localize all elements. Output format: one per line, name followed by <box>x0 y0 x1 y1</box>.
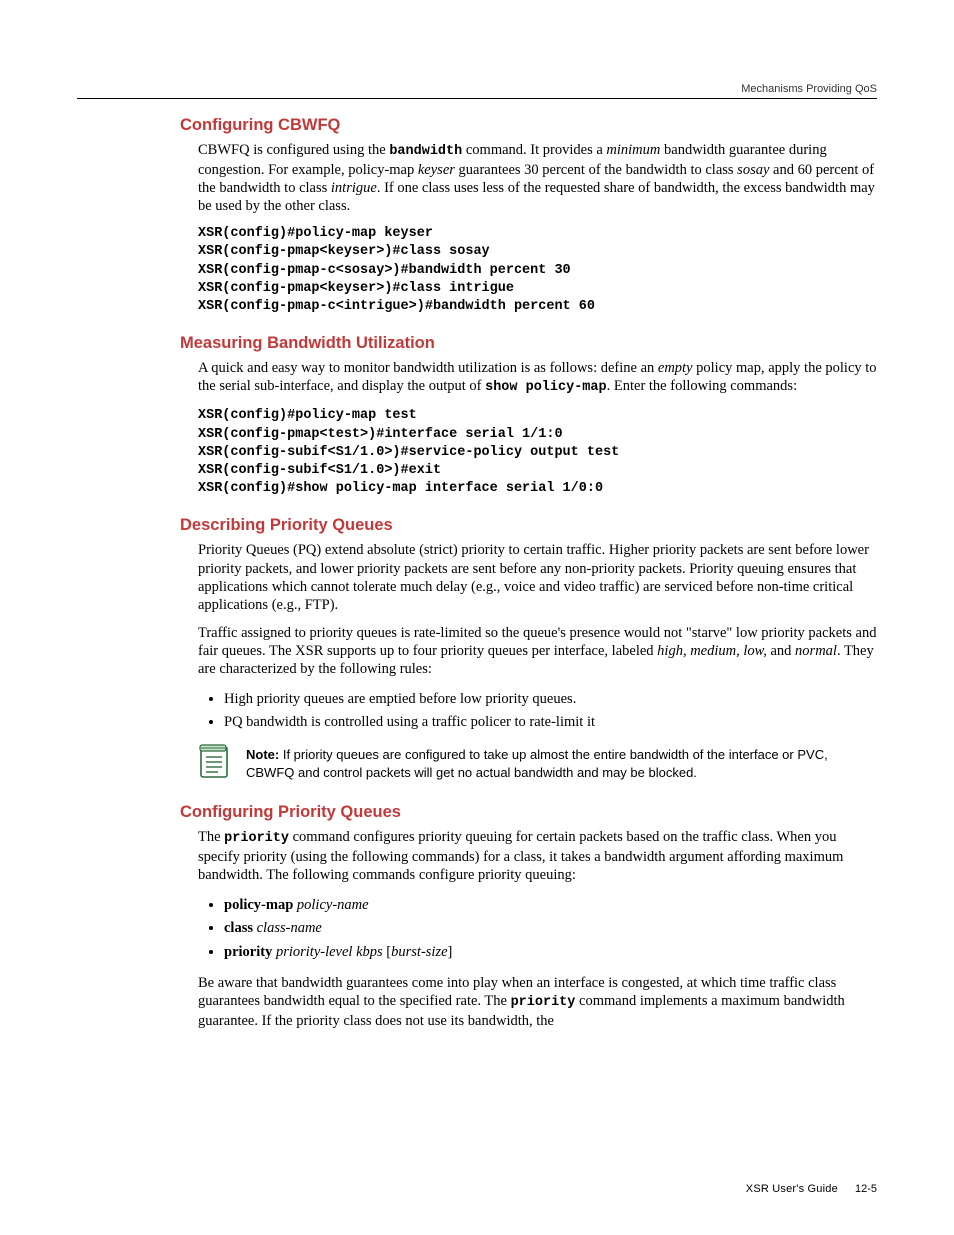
section-body: The priority command configures priority… <box>198 828 877 1029</box>
paragraph: Be aware that bandwidth guarantees come … <box>198 974 877 1030</box>
inline-command: priority <box>224 831 289 846</box>
list-item: priority priority-level kbps [burst-size… <box>224 941 877 964</box>
running-head: Mechanisms Providing QoS <box>741 83 877 95</box>
paragraph: The priority command configures priority… <box>198 828 877 884</box>
inline-command: bandwidth <box>389 144 462 159</box>
paragraph: Priority Queues (PQ) extend absolute (st… <box>198 541 877 614</box>
paragraph: CBWFQ is configured using the bandwidth … <box>198 141 877 215</box>
bullet-list: policy-map policy-name class class-name … <box>198 894 877 963</box>
note-icon <box>198 744 232 785</box>
code-block: XSR(config)#policy-map keyser XSR(config… <box>198 225 877 316</box>
list-item: High priority queues are emptied before … <box>224 688 877 711</box>
heading-configuring-cbwfq: Configuring CBWFQ <box>180 116 877 135</box>
heading-describing-priority-queues: Describing Priority Queues <box>180 516 877 535</box>
page: Mechanisms Providing QoS Configuring CBW… <box>0 0 954 1235</box>
inline-command: show policy-map <box>485 380 607 395</box>
bullet-list: High priority queues are emptied before … <box>198 688 877 734</box>
header-rule <box>77 98 877 99</box>
inline-command: priority <box>511 995 576 1010</box>
section-body: CBWFQ is configured using the bandwidth … <box>198 141 877 316</box>
paragraph: Traffic assigned to priority queues is r… <box>198 624 877 678</box>
page-footer: XSR User's Guide 12-5 <box>746 1183 877 1195</box>
heading-configuring-priority-queues: Configuring Priority Queues <box>180 803 877 822</box>
section-body: A quick and easy way to monitor bandwidt… <box>198 359 877 498</box>
list-item: policy-map policy-name <box>224 894 877 917</box>
footer-label: XSR User's Guide <box>746 1183 838 1195</box>
section-body: Priority Queues (PQ) extend absolute (st… <box>198 541 877 785</box>
footer-page-number: 12-5 <box>855 1183 877 1195</box>
note-text: Note: If priority queues are configured … <box>246 746 877 781</box>
list-item: class class-name <box>224 917 877 940</box>
note-block: Note: If priority queues are configured … <box>198 744 877 785</box>
paragraph: A quick and easy way to monitor bandwidt… <box>198 359 877 397</box>
code-block: XSR(config)#policy-map test XSR(config-p… <box>198 407 877 498</box>
list-item: PQ bandwidth is controlled using a traff… <box>224 711 877 734</box>
heading-measuring-bandwidth: Measuring Bandwidth Utilization <box>180 334 877 353</box>
page-content: Configuring CBWFQ CBWFQ is configured us… <box>180 83 877 1030</box>
